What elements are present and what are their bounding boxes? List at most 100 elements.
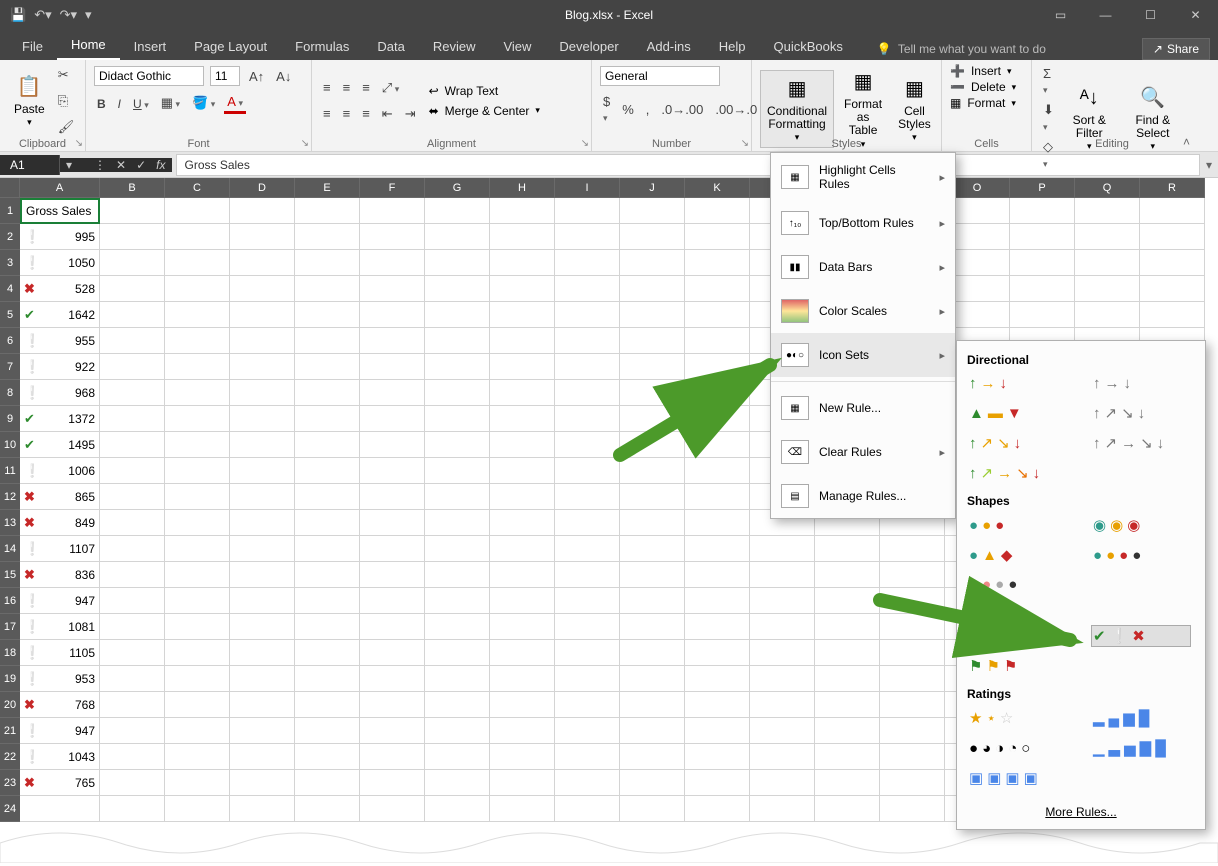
cf-icon-sets[interactable]: ●◐○ Icon Sets▸ <box>771 333 955 377</box>
cell[interactable] <box>490 328 555 354</box>
cell[interactable] <box>165 406 230 432</box>
cell[interactable] <box>880 666 945 692</box>
cell[interactable] <box>490 198 555 224</box>
insert-function-icon[interactable]: fx <box>156 158 165 172</box>
cell[interactable] <box>295 510 360 536</box>
cell[interactable] <box>555 562 620 588</box>
cell[interactable] <box>1140 224 1205 250</box>
tab-review[interactable]: Review <box>419 33 490 60</box>
cell[interactable]: ✔1642 <box>20 302 100 328</box>
cell[interactable]: ✖768 <box>20 692 100 718</box>
cell[interactable] <box>490 484 555 510</box>
cell[interactable] <box>750 614 815 640</box>
cell[interactable] <box>425 276 490 302</box>
tab-insert[interactable]: Insert <box>120 33 181 60</box>
cell[interactable] <box>230 250 295 276</box>
cell[interactable] <box>100 484 165 510</box>
cell[interactable] <box>685 224 750 250</box>
cell[interactable] <box>165 692 230 718</box>
cell[interactable] <box>230 718 295 744</box>
increase-indent-icon[interactable]: ⇥ <box>402 104 419 124</box>
underline-button[interactable]: U <box>130 94 152 113</box>
cell[interactable] <box>490 302 555 328</box>
cell[interactable] <box>685 640 750 666</box>
column-header[interactable]: K <box>685 178 750 198</box>
cell[interactable] <box>685 354 750 380</box>
cell[interactable] <box>100 458 165 484</box>
tab-developer[interactable]: Developer <box>545 33 632 60</box>
cell[interactable] <box>230 692 295 718</box>
cell[interactable] <box>685 302 750 328</box>
cell[interactable] <box>685 536 750 562</box>
cell[interactable] <box>880 562 945 588</box>
iconset-3symbols-uncircled[interactable]: ✔❕✖ <box>1091 625 1191 647</box>
cell[interactable] <box>230 744 295 770</box>
iconset-3symbols-circled[interactable]: ✔!✖ <box>967 625 1067 647</box>
cell[interactable] <box>555 640 620 666</box>
cell[interactable] <box>100 432 165 458</box>
cell[interactable] <box>490 354 555 380</box>
font-color-icon[interactable]: A <box>224 92 246 114</box>
cell[interactable] <box>490 692 555 718</box>
autosum-icon[interactable]: Σ <box>1040 64 1057 98</box>
cell[interactable] <box>1075 198 1140 224</box>
decrease-font-icon[interactable]: A↓ <box>273 67 294 86</box>
row-header[interactable]: 16 <box>0 588 20 614</box>
cell[interactable] <box>620 692 685 718</box>
paste-button[interactable]: 📋 Paste ▾ <box>8 69 51 132</box>
cell[interactable] <box>620 406 685 432</box>
row-header[interactable]: 15 <box>0 562 20 588</box>
tab-page-layout[interactable]: Page Layout <box>180 33 281 60</box>
cut-icon[interactable]: ✂ <box>55 65 78 85</box>
row-header[interactable]: 2 <box>0 224 20 250</box>
cell[interactable] <box>490 432 555 458</box>
qat-customize-icon[interactable]: ▾ <box>85 7 92 23</box>
cell[interactable] <box>165 484 230 510</box>
cell[interactable] <box>425 484 490 510</box>
cell[interactable] <box>165 198 230 224</box>
cell[interactable] <box>425 380 490 406</box>
cell[interactable]: ❕1081 <box>20 614 100 640</box>
cell[interactable] <box>620 770 685 796</box>
cf-color-scales[interactable]: Color Scales▸ <box>771 289 955 333</box>
cell[interactable] <box>295 536 360 562</box>
column-header[interactable]: R <box>1140 178 1205 198</box>
row-header[interactable]: 8 <box>0 380 20 406</box>
maximize-icon[interactable]: ☐ <box>1128 0 1173 30</box>
cell[interactable] <box>750 666 815 692</box>
iconset-3triangles[interactable]: ▲▬▼ <box>967 402 1067 424</box>
cell[interactable] <box>165 562 230 588</box>
cell[interactable] <box>230 380 295 406</box>
cell[interactable] <box>620 588 685 614</box>
font-name-input[interactable] <box>94 66 204 86</box>
cell[interactable] <box>230 562 295 588</box>
percent-format-icon[interactable]: % <box>619 100 637 119</box>
cell[interactable] <box>1140 250 1205 276</box>
iconset-4arrows-gray[interactable]: ↑↗↘↓ <box>1091 402 1191 424</box>
cell[interactable] <box>360 666 425 692</box>
cell[interactable] <box>425 770 490 796</box>
cell[interactable]: ✖528 <box>20 276 100 302</box>
row-header[interactable]: 7 <box>0 354 20 380</box>
cell[interactable] <box>620 224 685 250</box>
cell[interactable] <box>1075 250 1140 276</box>
cell[interactable] <box>620 432 685 458</box>
cell[interactable]: ❕968 <box>20 380 100 406</box>
name-box[interactable]: A1 <box>0 155 60 175</box>
close-icon[interactable]: ✕ <box>1173 0 1218 30</box>
iconset-3arrows-gray[interactable]: ↑→↓ <box>1091 373 1191 394</box>
cell[interactable] <box>230 796 295 822</box>
cell[interactable] <box>360 718 425 744</box>
column-header[interactable]: A <box>20 178 100 198</box>
decrease-indent-icon[interactable]: ⇤ <box>379 104 396 124</box>
align-bottom-icon[interactable]: ≡ <box>359 78 373 97</box>
cell[interactable]: ✖865 <box>20 484 100 510</box>
cell[interactable] <box>555 510 620 536</box>
cell[interactable] <box>360 432 425 458</box>
cell[interactable] <box>1140 198 1205 224</box>
cell[interactable] <box>555 276 620 302</box>
cell[interactable] <box>100 692 165 718</box>
cell[interactable] <box>360 380 425 406</box>
row-header[interactable]: 4 <box>0 276 20 302</box>
cell[interactable] <box>555 302 620 328</box>
